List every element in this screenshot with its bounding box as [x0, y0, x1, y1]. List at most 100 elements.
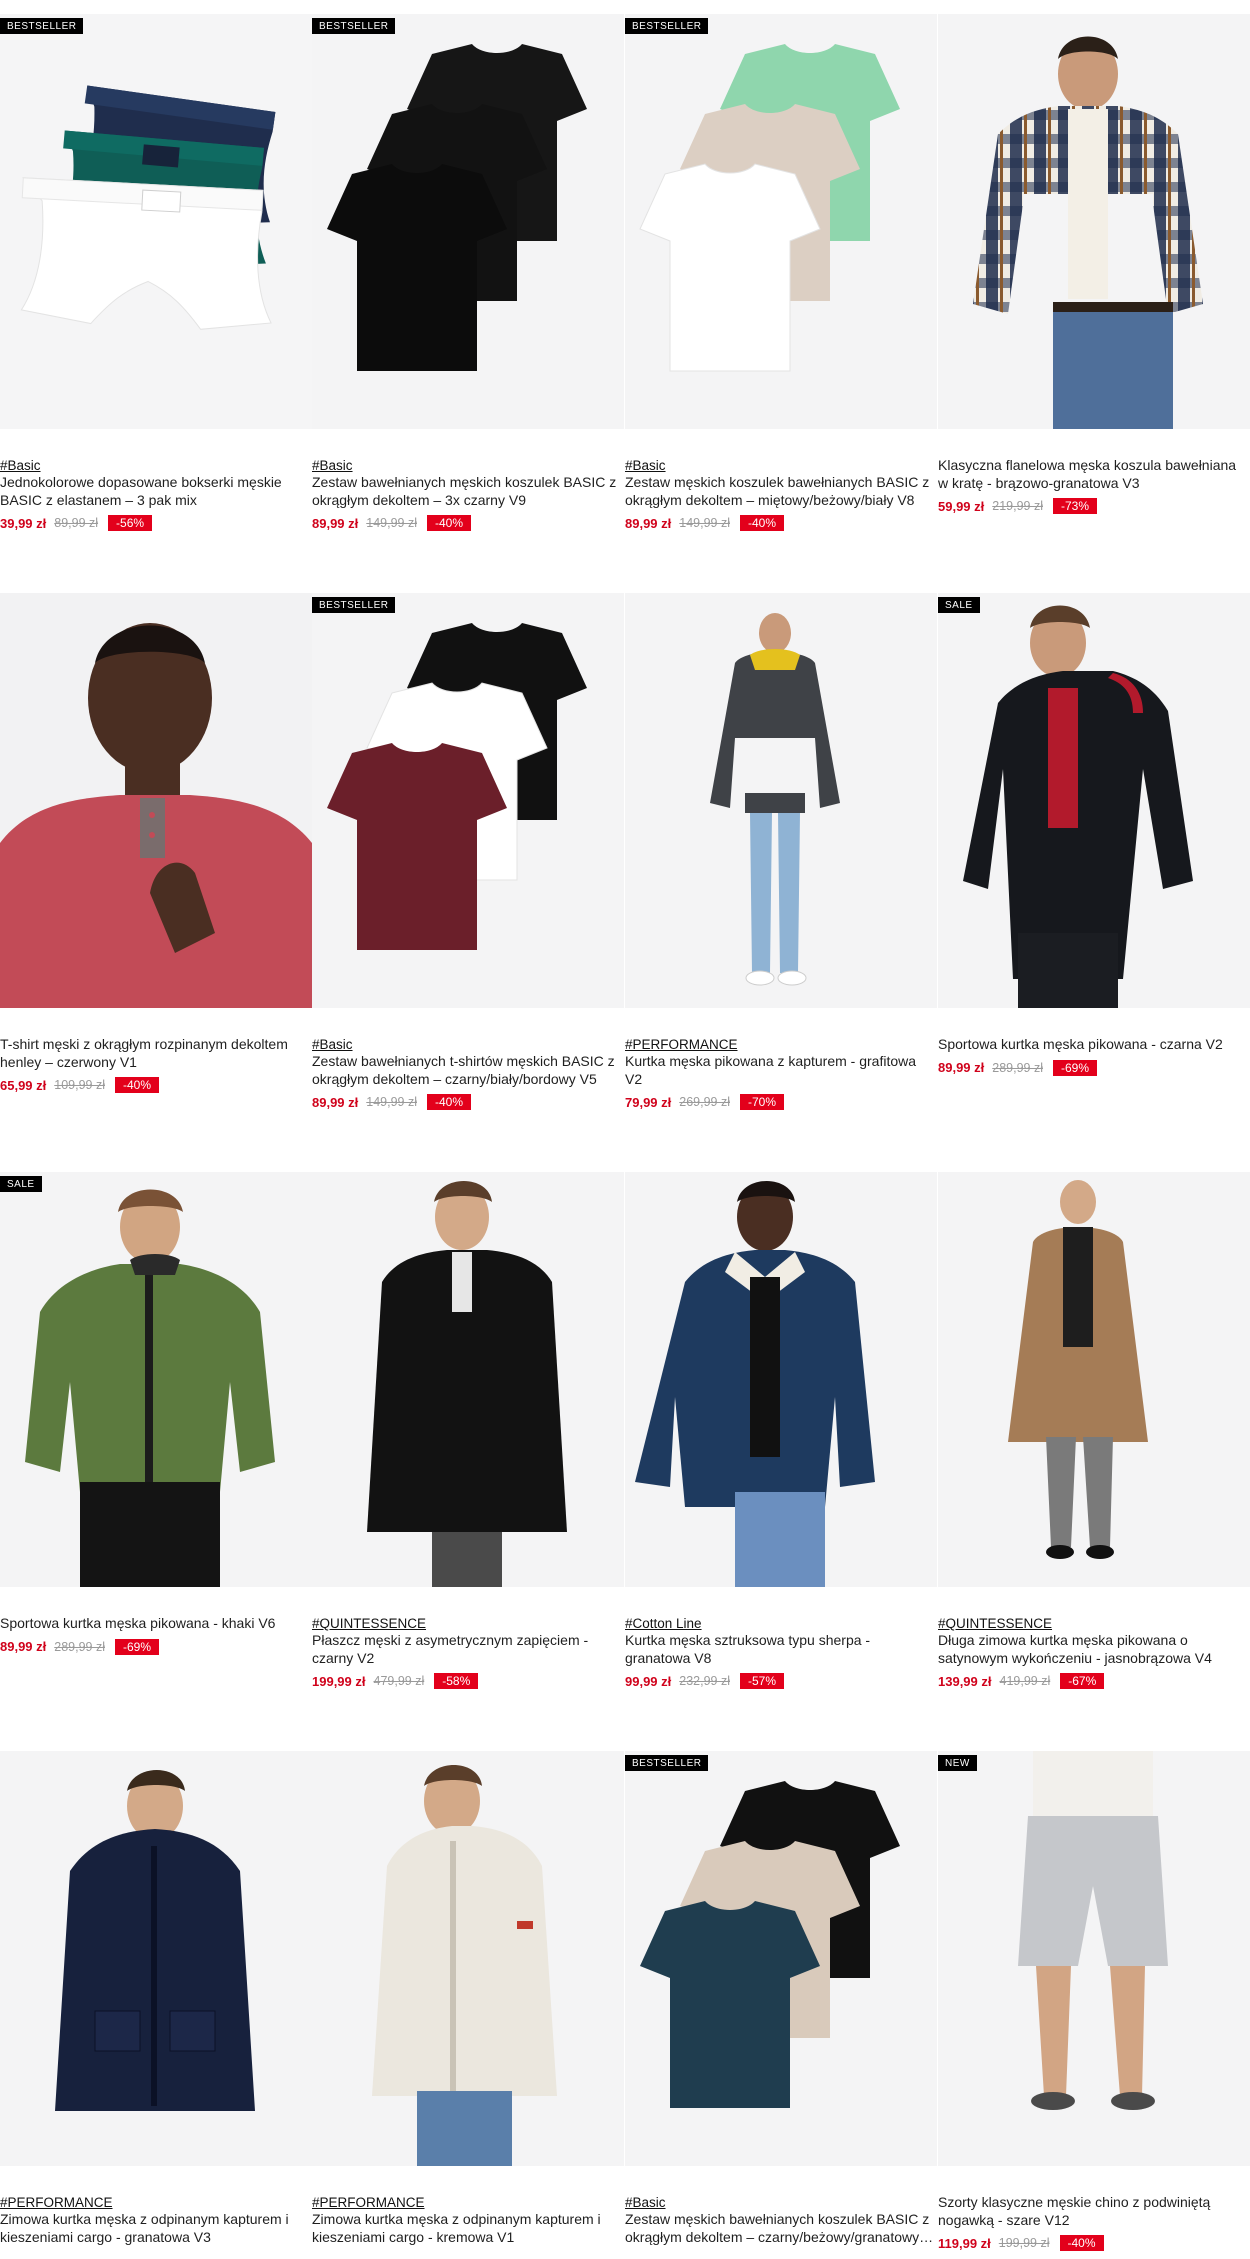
product-info: Sportowa kurtka męska pikowana - khaki V… [0, 1587, 312, 1656]
product-title[interactable]: Zestaw bawełnianych t-shirtów męskich BA… [312, 1053, 624, 1088]
product-card[interactable]: #PERFORMANCE Zimowa kurtka męska z odpin… [0, 1751, 312, 2246]
product-info: T-shirt męski z okrągłym rozpinanym deko… [0, 1008, 312, 1094]
product-info: #Cotton Line Kurtka męska sztruksowa typ… [625, 1587, 937, 1690]
bestseller-badge: BESTSELLER [312, 18, 396, 34]
product-image-graphite-hooded-jacket[interactable] [625, 593, 937, 1008]
price-row: 89,99 zł 149,99 zł -40% [625, 514, 937, 532]
product-title[interactable]: T-shirt męski z okrągłym rozpinanym deko… [0, 1036, 312, 1071]
product-image-black-beige-navy-tshirts[interactable]: BESTSELLER [625, 1751, 937, 2166]
product-image-mint-beige-white-tshirts[interactable]: BESTSELLER [625, 14, 937, 429]
product-info: #Basic Zestaw męskich koszulek bawełnian… [625, 429, 937, 532]
old-price: 479,99 zł [373, 1674, 425, 1688]
old-price: 219,99 zł [992, 499, 1043, 513]
product-image-henley-tshirt[interactable] [0, 593, 312, 1008]
product-image-khaki-sport-jacket[interactable]: SALE [0, 1172, 312, 1587]
discount-badge: -40% [427, 1094, 472, 1110]
product-image-long-winter-jacket[interactable] [938, 1172, 1250, 1587]
old-price: 269,99 zł [679, 1095, 730, 1109]
product-info: Szorty klasyczne męskie chino z podwinię… [938, 2166, 1250, 2252]
product-info: Sportowa kurtka męska pikowana - czarna … [938, 1008, 1250, 1077]
product-info: #Basic Zestaw bawełnianych męskich koszu… [312, 429, 624, 532]
product-title[interactable]: Jednokolorowe dopasowane bokserki męskie… [0, 474, 312, 509]
product-image-boxers-3pack[interactable]: BESTSELLER [0, 14, 312, 429]
product-image-corduroy-sherpa-jacket[interactable] [625, 1172, 937, 1587]
product-card[interactable]: #PERFORMANCE Zimowa kurtka męska z odpin… [312, 1751, 624, 2246]
product-image-black-tshirts-3pack[interactable]: BESTSELLER [312, 14, 624, 429]
product-image-cream-winter-jacket[interactable] [312, 1751, 624, 2166]
product-title[interactable]: Zimowa kurtka męska z odpinanym kapturem… [312, 2211, 624, 2246]
product-title[interactable]: Zimowa kurtka męska z odpinanym kapturem… [0, 2211, 312, 2246]
product-card[interactable]: BESTSELLER #Basic Zestaw bawełnianych t-… [312, 593, 624, 1111]
discount-badge: -69% [1053, 1059, 1098, 1076]
product-image-grey-chino-shorts[interactable]: NEW [938, 1751, 1250, 2166]
product-card[interactable]: #QUINTESSENCE Płaszcz męski z asymetrycz… [312, 1172, 624, 1690]
discount-badge: -40% [115, 1077, 160, 1093]
product-card[interactable]: #PERFORMANCE Kurtka męska pikowana z kap… [625, 593, 937, 1111]
product-title[interactable]: Sportowa kurtka męska pikowana - czarna … [938, 1036, 1250, 1054]
product-card[interactable]: BESTSELLER #Basic Zestaw męskich bawełni… [625, 1751, 937, 2246]
price-row: 119,99 zł 199,99 zł -40% [938, 2234, 1250, 2252]
product-card[interactable]: #QUINTESSENCE Długa zimowa kurtka męska … [938, 1172, 1250, 1690]
discount-badge: -70% [740, 1094, 785, 1110]
bestseller-badge: BESTSELLER [625, 18, 709, 34]
collection-link[interactable]: #Basic [0, 457, 312, 474]
product-grid: BESTSELLER #Basic Jednokolorowe dopasowa… [0, 0, 1250, 2259]
current-price: 89,99 zł [312, 515, 359, 531]
bestseller-badge: BESTSELLER [625, 1755, 709, 1771]
product-title[interactable]: Szorty klasyczne męskie chino z podwinię… [938, 2194, 1250, 2229]
product-title[interactable]: Długa zimowa kurtka męska pikowana o sat… [938, 1632, 1250, 1667]
product-title[interactable]: Zestaw męskich koszulek bawełnianych BAS… [625, 474, 937, 509]
collection-link[interactable]: #PERFORMANCE [312, 2194, 624, 2211]
product-image-flannel-shirt[interactable] [938, 14, 1250, 429]
collection-link[interactable]: #Basic [625, 457, 937, 474]
price-row: 79,99 zł 269,99 zł -70% [625, 1093, 937, 1111]
product-image-black-sport-jacket[interactable]: SALE [938, 593, 1250, 1008]
price-row: 139,99 zł 419,99 zł -67% [938, 1672, 1250, 1690]
product-image-black-coat[interactable] [312, 1172, 624, 1587]
product-card[interactable]: NEW Szorty klasyczne męskie chino z podw… [938, 1751, 1250, 2252]
product-title[interactable]: Klasyczna flanelowa męska koszula bawełn… [938, 457, 1250, 492]
product-title[interactable]: Zestaw męskich bawełnianych koszulek BAS… [625, 2211, 937, 2246]
current-price: 39,99 zł [0, 515, 47, 531]
product-card[interactable]: BESTSELLER #Basic Jednokolorowe dopasowa… [0, 14, 312, 532]
product-info: #PERFORMANCE Zimowa kurtka męska z odpin… [0, 2166, 312, 2246]
product-title[interactable]: Zestaw bawełnianych męskich koszulek BAS… [312, 474, 624, 509]
product-card[interactable]: Klasyczna flanelowa męska koszula bawełn… [938, 14, 1250, 515]
collection-link[interactable]: #PERFORMANCE [625, 1036, 937, 1053]
product-title[interactable]: Sportowa kurtka męska pikowana - khaki V… [0, 1615, 312, 1633]
product-card[interactable]: BESTSELLER #Basic Zestaw męskich koszule… [625, 14, 937, 532]
price-row: 89,99 zł 289,99 zł -69% [0, 1638, 312, 1656]
collection-link[interactable]: #Basic [312, 1036, 624, 1053]
sale-badge: SALE [0, 1176, 42, 1192]
old-price: 199,99 zł [998, 2236, 1050, 2250]
collection-link[interactable]: #QUINTESSENCE [938, 1615, 1250, 1632]
product-card[interactable]: T-shirt męski z okrągłym rozpinanym deko… [0, 593, 312, 1094]
product-image-navy-winter-jacket[interactable] [0, 1751, 312, 2166]
product-image-black-white-burgundy-tshirts[interactable]: BESTSELLER [312, 593, 624, 1008]
old-price: 149,99 zł [679, 516, 730, 530]
price-row: 65,99 zł 109,99 zł -40% [0, 1076, 312, 1094]
current-price: 79,99 zł [625, 1094, 672, 1110]
price-row: 89,99 zł 149,99 zł -40% [312, 514, 624, 532]
bestseller-badge: BESTSELLER [312, 597, 396, 613]
old-price: 109,99 zł [54, 1078, 105, 1092]
discount-badge: -69% [115, 1638, 160, 1655]
current-price: 99,99 zł [625, 1673, 672, 1689]
price-row: 99,99 zł 232,99 zł -57% [625, 1672, 937, 1690]
new-badge: NEW [938, 1755, 977, 1771]
collection-link[interactable]: #PERFORMANCE [0, 2194, 312, 2211]
price-row: 89,99 zł 149,99 zł -40% [312, 1093, 624, 1111]
product-card[interactable]: SALE Sportowa kurtka męska pikowana - kh… [0, 1172, 312, 1656]
collection-link[interactable]: #Cotton Line [625, 1615, 937, 1632]
collection-link[interactable]: #Basic [312, 457, 624, 474]
product-card[interactable]: #Cotton Line Kurtka męska sztruksowa typ… [625, 1172, 937, 1690]
price-row: 59,99 zł 219,99 zł -73% [938, 497, 1250, 515]
product-card[interactable]: BESTSELLER #Basic Zestaw bawełnianych mę… [312, 14, 624, 532]
product-title[interactable]: Kurtka męska sztruksowa typu sherpa - gr… [625, 1632, 937, 1667]
collection-link[interactable]: #QUINTESSENCE [312, 1615, 624, 1632]
product-card[interactable]: SALE Sportowa kurtka męska pikowana - cz… [938, 593, 1250, 1077]
product-title[interactable]: Płaszcz męski z asymetrycznym zapięciem … [312, 1632, 624, 1667]
collection-link[interactable]: #Basic [625, 2194, 937, 2211]
old-price: 149,99 zł [366, 516, 417, 530]
product-title[interactable]: Kurtka męska pikowana z kapturem - grafi… [625, 1053, 937, 1088]
